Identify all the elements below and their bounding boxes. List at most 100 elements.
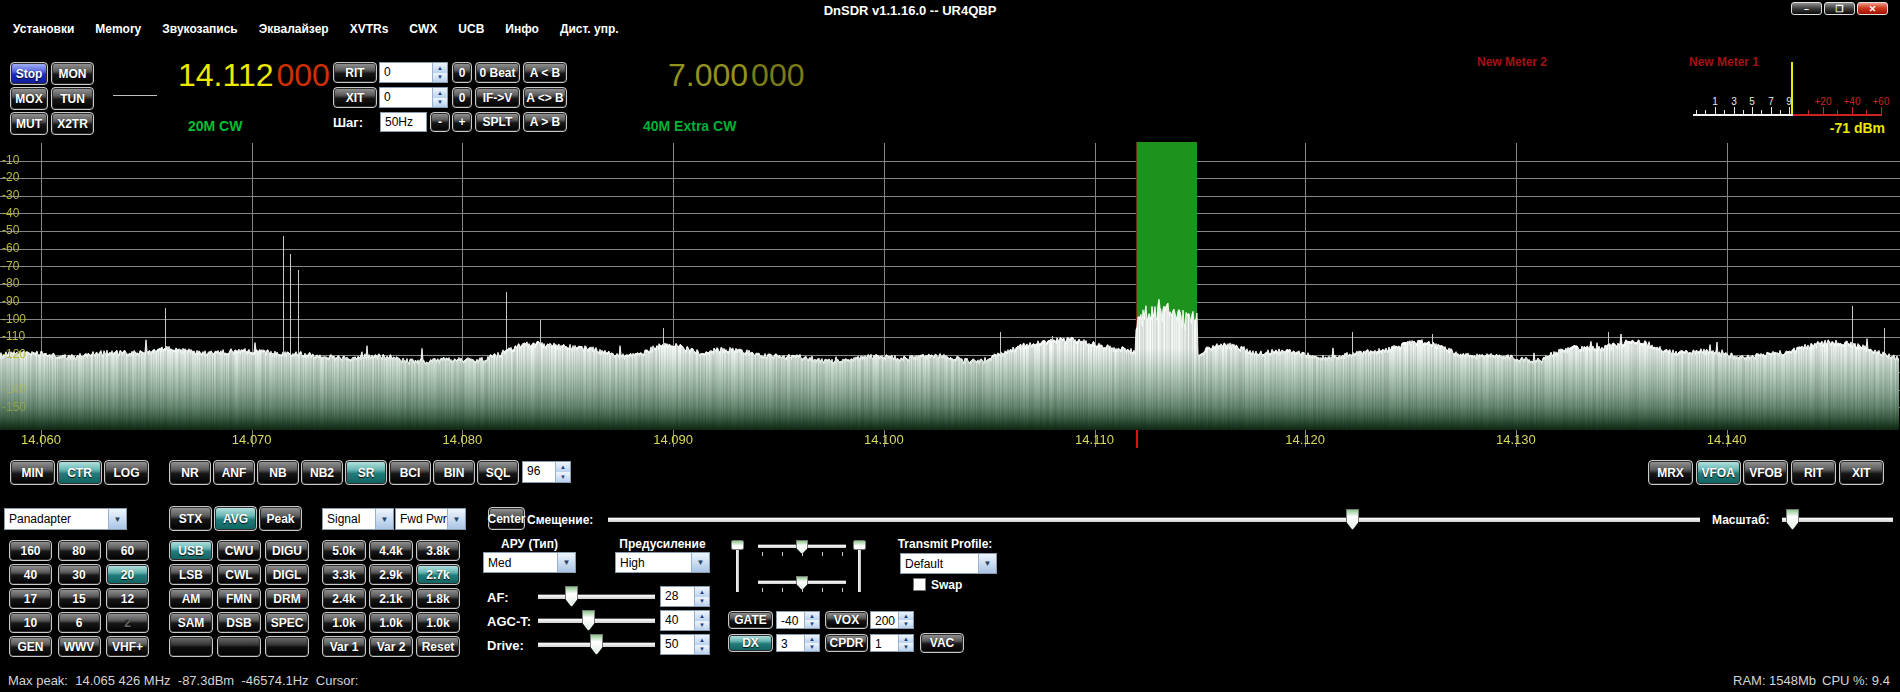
- vfob-frequency[interactable]: 7.000000: [668, 57, 804, 94]
- tx-tun[interactable]: TUN: [51, 87, 94, 110]
- band-60[interactable]: 60: [106, 540, 149, 561]
- pan-left-slider-thumb[interactable]: [731, 540, 744, 550]
- dsp-sr[interactable]: SR: [345, 460, 387, 485]
- chevron-down-icon[interactable]: ▼: [691, 553, 709, 572]
- preamp-select[interactable]: High▼: [615, 552, 710, 573]
- filter-5-0k[interactable]: 5.0k: [322, 540, 366, 561]
- step-input[interactable]: 50Hz: [380, 112, 427, 132]
- filter-4-4k[interactable]: 4.4k: [369, 540, 413, 561]
- mode-dsb[interactable]: DSB: [217, 612, 261, 633]
- af-slider[interactable]: [538, 595, 655, 599]
- filter-1-8k[interactable]: 1.8k: [416, 588, 460, 609]
- chevron-down-icon[interactable]: ▼: [978, 554, 996, 573]
- band-wwv[interactable]: WWV: [58, 636, 101, 657]
- dsp-anf[interactable]: ANF: [213, 460, 255, 485]
- band-80[interactable]: 80: [58, 540, 101, 561]
- filter-1-0k[interactable]: 1.0k: [369, 612, 413, 633]
- chevron-down-icon[interactable]: ▼: [447, 509, 465, 529]
- filter-var-1[interactable]: Var 1: [322, 636, 366, 657]
- af-spin-arrows[interactable]: ▲▼: [694, 587, 709, 606]
- a-swap-b-button[interactable]: A <> B: [523, 87, 567, 108]
- dsp-sql[interactable]: SQL: [477, 460, 519, 485]
- transmit-profile-select[interactable]: Default▼: [900, 553, 997, 574]
- sql-spin-arrows[interactable]: ▲▼: [555, 462, 570, 482]
- a-lt-b-button[interactable]: A < B: [523, 62, 567, 83]
- swap-checkbox[interactable]: [913, 578, 926, 591]
- drive-spin-arrows[interactable]: ▲▼: [694, 635, 709, 654]
- filter-2-4k[interactable]: 2.4k: [322, 588, 366, 609]
- tx-x2tr[interactable]: X2TR: [51, 112, 94, 135]
- mode-sam[interactable]: SAM: [169, 612, 213, 633]
- gate-button[interactable]: GATE: [728, 611, 773, 629]
- avg-stx[interactable]: STX: [169, 506, 212, 531]
- minimize-button[interactable]: –: [1791, 2, 1822, 15]
- tx-mon[interactable]: MON: [51, 62, 94, 85]
- menu-item-xvtrs[interactable]: XVTRs: [350, 22, 389, 36]
- menu-item-эквалайзер[interactable]: Эквалайзер: [259, 22, 329, 36]
- rit-spin-arrows[interactable]: ▲▼: [432, 63, 447, 82]
- vfo-vfob[interactable]: VFOB: [1743, 460, 1788, 485]
- band-10[interactable]: 10: [9, 612, 52, 633]
- af-spinner[interactable]: 28▲▼: [660, 586, 710, 607]
- vox-spinner[interactable]: 200▲▼: [870, 611, 914, 629]
- menu-item-cwx[interactable]: CWX: [409, 22, 437, 36]
- rit-spinner[interactable]: 0▲▼: [379, 62, 448, 83]
- filter-1-0k[interactable]: 1.0k: [322, 612, 366, 633]
- drive-spinner[interactable]: 50▲▼: [660, 634, 710, 655]
- band-12[interactable]: 12: [106, 588, 149, 609]
- tx-mut[interactable]: MUT: [10, 112, 48, 135]
- offset-slider-thumb[interactable]: [1346, 509, 1359, 530]
- mode-cwl[interactable]: CWL: [217, 564, 261, 585]
- vfo-vfoa[interactable]: VFOA: [1696, 460, 1741, 485]
- sql-spinner[interactable]: 96▲▼: [522, 461, 571, 483]
- menu-item-установки[interactable]: Установки: [13, 22, 74, 36]
- xit-spinner[interactable]: 0▲▼: [379, 87, 448, 108]
- mode-blank-12[interactable]: [169, 636, 213, 657]
- meter-mode-select[interactable]: Fwd Pwr▼: [395, 508, 466, 530]
- band-15[interactable]: 15: [58, 588, 101, 609]
- zero-beat-button[interactable]: 0 Beat: [475, 62, 520, 83]
- cpdr-spinner[interactable]: 1▲▼: [870, 634, 914, 652]
- mode-digl[interactable]: DIGL: [265, 564, 309, 585]
- mode-digu[interactable]: DIGU: [265, 540, 309, 561]
- dx-spinner[interactable]: 3▲▼: [776, 634, 820, 652]
- band-40[interactable]: 40: [9, 564, 52, 585]
- pan-right-slider-thumb[interactable]: [853, 540, 866, 550]
- menu-item-звукозапись[interactable]: Звукозапись: [162, 22, 237, 36]
- mode-usb[interactable]: USB: [169, 540, 213, 561]
- dsp-nb2[interactable]: NB2: [301, 460, 343, 485]
- vfo-mrx[interactable]: MRX: [1648, 460, 1693, 485]
- band-20[interactable]: 20: [106, 564, 149, 585]
- center-button[interactable]: Center: [488, 507, 525, 530]
- dsp-nb[interactable]: NB: [257, 460, 299, 485]
- band-vhf+[interactable]: VHF+: [106, 636, 149, 657]
- filter-var-2[interactable]: Var 2: [369, 636, 413, 657]
- disp-log[interactable]: LOG: [104, 460, 149, 485]
- mode-blank-13[interactable]: [217, 636, 261, 657]
- chevron-down-icon[interactable]: ▼: [108, 509, 126, 529]
- agct-slider-thumb[interactable]: [582, 610, 595, 631]
- band-17[interactable]: 17: [9, 588, 52, 609]
- avg-avg[interactable]: AVG: [214, 506, 257, 531]
- mode-fmn[interactable]: FMN: [217, 588, 261, 609]
- drive-slider-thumb[interactable]: [590, 634, 603, 655]
- menu-item-дист-упр[interactable]: Дист. упр.: [560, 22, 619, 36]
- af-slider-thumb[interactable]: [565, 586, 578, 607]
- mode-lsb[interactable]: LSB: [169, 564, 213, 585]
- tx-mox[interactable]: MOX: [10, 87, 48, 110]
- filter-2-7k[interactable]: 2.7k: [416, 564, 460, 585]
- agc-select[interactable]: Med▼: [483, 552, 576, 573]
- display-mode-select[interactable]: Panadapter▼: [4, 508, 127, 530]
- dx-spin-arrows[interactable]: ▲▼: [804, 635, 819, 651]
- band-gen[interactable]: GEN: [9, 636, 52, 657]
- filter-3-3k[interactable]: 3.3k: [322, 564, 366, 585]
- rit-button[interactable]: RIT: [333, 62, 377, 83]
- spectrum-display[interactable]: [0, 140, 1900, 460]
- filter-1-0k[interactable]: 1.0k: [416, 612, 460, 633]
- filter-3-8k[interactable]: 3.8k: [416, 540, 460, 561]
- mode-drm[interactable]: DRM: [265, 588, 309, 609]
- band-6[interactable]: 6: [58, 612, 101, 633]
- zoom-slider-thumb[interactable]: [1786, 509, 1799, 530]
- vox-spin-arrows[interactable]: ▲▼: [898, 612, 913, 628]
- cpdr-button[interactable]: CPDR: [825, 634, 868, 652]
